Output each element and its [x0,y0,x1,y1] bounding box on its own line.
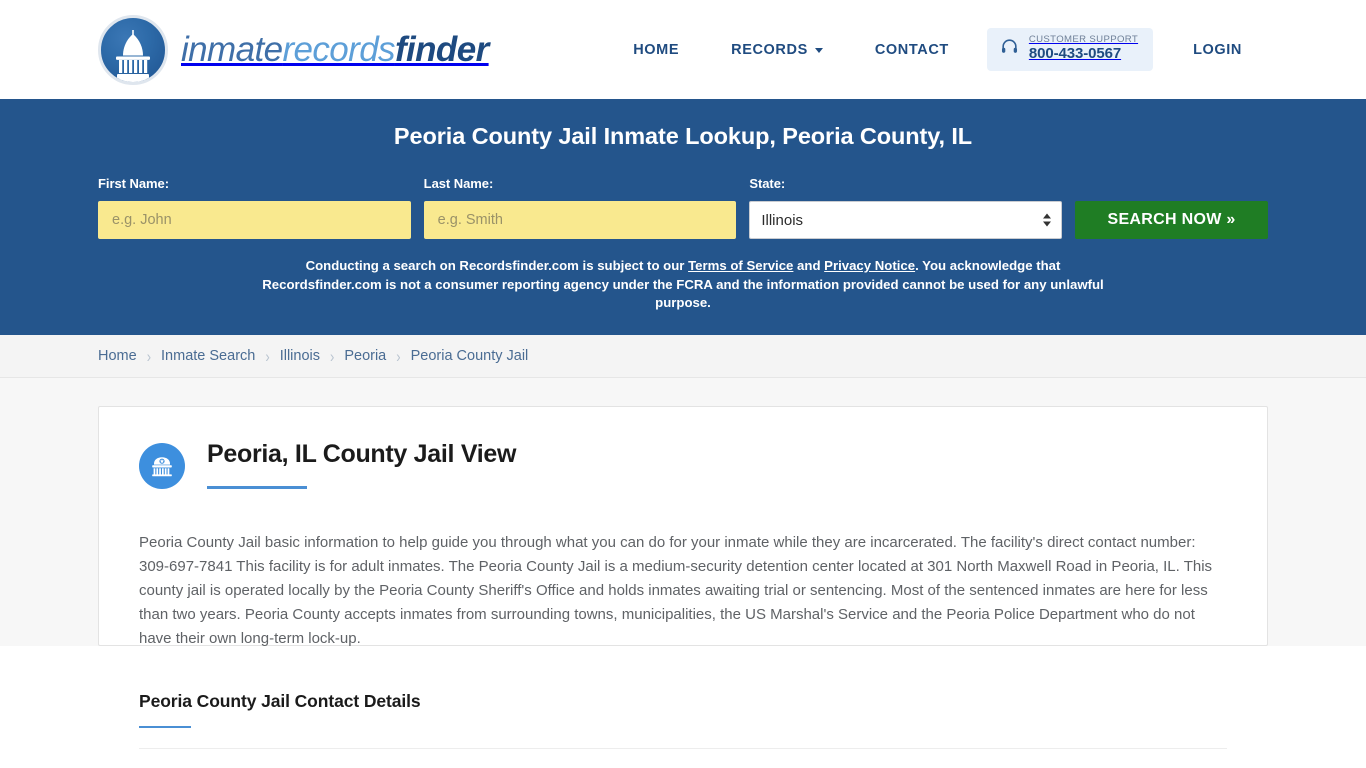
card-header: Peoria, IL County Jail View [139,440,1227,491]
state-label: State: [749,176,786,191]
privacy-notice-link[interactable]: Privacy Notice [824,258,915,273]
subheading-accent-rule [139,726,191,729]
breadcrumb-item-peoria[interactable]: Peoria [344,348,386,364]
last-name-label: Last Name: [423,176,494,191]
nav-login[interactable]: LOGIN [1167,32,1268,68]
nav-home[interactable]: HOME [607,32,705,68]
breadcrumb-item-inmate-search[interactable]: Inmate Search [161,348,255,364]
hero-search-section: Peoria County Jail Inmate Lookup, Peoria… [0,99,1366,336]
contact-details-heading: Peoria County Jail Contact Details [139,691,421,712]
state-field-group: State: Illinois [749,176,1063,239]
headset-icon [1000,37,1019,61]
breadcrumb-separator-icon: › [146,346,152,366]
address-row: Address:301 North Maxwell Road, Peoria, … [139,748,1227,768]
terms-of-service-link[interactable]: Terms of Service [688,258,793,273]
brand-wordmark: inmaterecordsfinder [181,30,489,70]
card-title: Peoria, IL County Jail View [207,440,517,469]
breadcrumb-separator-icon: › [265,346,270,366]
search-disclaimer: Conducting a search on Recordsfinder.com… [262,257,1104,313]
breadcrumb-item-home[interactable]: Home [98,348,137,364]
nav-home-label: HOME [633,41,680,58]
nav-contact-label: CONTACT [874,41,949,58]
main-navigation: HOME RECORDS CONTACT CUSTOMER SUPPORT 80… [607,28,1268,71]
inmate-search-form: First Name: Last Name: State: Illinois S… [98,176,1269,239]
state-select[interactable]: Illinois [749,201,1063,239]
jail-description-paragraph: Peoria County Jail basic information to … [139,534,1213,648]
nav-contact[interactable]: CONTACT [849,32,975,68]
support-text: CUSTOMER SUPPORT 800-433-0567 [1028,34,1138,63]
breadcrumb-item-illinois[interactable]: Illinois [280,348,320,364]
site-header: inmaterecordsfinder HOME RECORDS CONTACT… [0,0,1366,99]
nav-login-label: LOGIN [1193,41,1242,58]
state-select-wrap: Illinois [749,201,1063,239]
brand-part-1: inmate [181,29,283,69]
breadcrumb-separator-icon: › [329,346,335,366]
customer-support-box[interactable]: CUSTOMER SUPPORT 800-433-0567 [986,28,1154,71]
disclaimer-text-mid: and [793,258,825,273]
support-phone: 800-433-0567 [1028,44,1122,62]
nav-records[interactable]: RECORDS [705,32,849,68]
first-name-field-group: First Name: [98,176,411,239]
search-now-button[interactable]: SEARCH NOW » [1075,201,1269,239]
jail-building-icon [139,442,185,489]
last-name-field-group: Last Name: [423,176,737,239]
brand-part-3: finder [394,29,489,69]
first-name-input[interactable] [98,201,411,239]
jail-info-card: Peoria, IL County Jail View Peoria Count… [98,406,1268,768]
card-title-wrap: Peoria, IL County Jail View [207,440,516,491]
breadcrumb-separator-icon: › [396,346,401,366]
disclaimer-text-pre: Conducting a search on Recordsfinder.com… [305,258,689,273]
breadcrumb: Home › Inmate Search › Illinois › Peoria… [0,335,1366,379]
brand-part-2: records [282,29,395,69]
first-name-label: First Name: [98,176,169,191]
last-name-input[interactable] [423,201,737,239]
page-title: Peoria County Jail Inmate Lookup, Peoria… [393,123,973,149]
nav-records-label: RECORDS [731,41,808,58]
page-body: Peoria, IL County Jail View Peoria Count… [0,378,1366,768]
title-accent-rule [207,486,307,490]
site-logo[interactable]: inmaterecordsfinder [98,14,489,85]
breadcrumb-item-current: Peoria County Jail [410,348,529,365]
chevron-down-icon [814,48,823,53]
capitol-dome-icon [98,14,168,85]
